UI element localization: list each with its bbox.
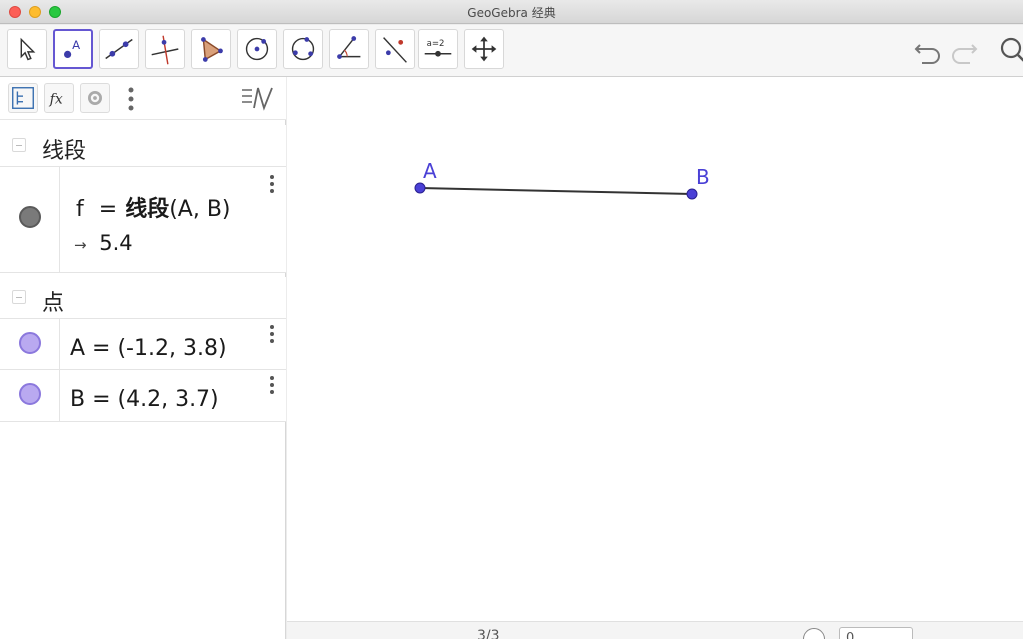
search-button[interactable] <box>996 33 1023 69</box>
algebra-view: fx 线段 f = 线段(A, B) → 5.4 点 A = (-1.2, 3.… <box>0 77 286 639</box>
polygon-tool[interactable] <box>191 29 231 69</box>
segment-expression[interactable]: f = 线段(A, B) <box>76 191 231 223</box>
algebra-sort-button[interactable] <box>8 83 38 113</box>
style-bar-toggle-icon <box>242 87 273 111</box>
segment-f[interactable] <box>419 187 693 195</box>
slider-tool[interactable]: a=2 <box>418 29 458 69</box>
line-tool[interactable] <box>99 29 139 69</box>
collapse-group-icon[interactable] <box>12 138 26 152</box>
move-graphics-view-tool[interactable] <box>464 29 504 69</box>
point-tool[interactable]: A <box>53 29 93 69</box>
angle-icon <box>337 36 361 59</box>
point-A-icon: A <box>64 38 80 58</box>
search-icon <box>1000 37 1023 62</box>
group-header-segments[interactable]: 线段 <box>0 125 286 167</box>
point-B-expression[interactable]: B = (4.2, 3.7) <box>70 387 219 412</box>
point-A-label: A <box>423 159 437 183</box>
row-menu-icon[interactable] <box>270 376 274 394</box>
svg-text:A: A <box>72 38 80 52</box>
algebra-description-button[interactable]: fx <box>44 83 74 113</box>
perpendicular-line-icon <box>151 35 179 65</box>
algebra-view-toolbar: fx <box>0 77 286 120</box>
row-menu-icon[interactable] <box>270 175 274 193</box>
window-title: GeoGebra 经典 <box>467 6 556 20</box>
point-B-label: B <box>696 165 710 189</box>
toolbar: A a=2 <box>0 25 1023 77</box>
toggle-style-bar-button[interactable] <box>240 84 276 112</box>
line-through-points-icon <box>105 38 133 60</box>
step-input[interactable]: 0 <box>839 627 913 639</box>
redo-button[interactable] <box>946 33 982 69</box>
graphics-canvas[interactable] <box>287 77 1023 639</box>
move-tool[interactable] <box>7 29 47 69</box>
slider-icon: a=2 <box>424 39 452 57</box>
undo-button[interactable] <box>910 33 946 69</box>
title-bar: GeoGebra 经典 <box>0 0 1023 24</box>
segment-length-result: → 5.4 <box>74 231 133 255</box>
redo-icon <box>952 44 978 64</box>
step-counter: 3/3 <box>477 628 500 639</box>
reflect-about-line-icon <box>383 37 407 63</box>
playback-bar: 3/3 0 <box>287 621 1023 639</box>
visibility-toggle-f[interactable] <box>19 206 41 228</box>
circle-center-point-tool[interactable] <box>237 29 277 69</box>
algebra-row-A[interactable]: A = (-1.2, 3.8) <box>0 318 286 370</box>
svg-text:fx: fx <box>49 92 63 108</box>
perpendicular-line-tool[interactable] <box>145 29 185 69</box>
point-A-expression[interactable]: A = (-1.2, 3.8) <box>70 336 227 361</box>
angle-tool[interactable] <box>329 29 369 69</box>
algebra-row-B[interactable]: B = (4.2, 3.7) <box>0 369 286 422</box>
algebra-row-f[interactable]: f = 线段(A, B) → 5.4 <box>0 166 286 273</box>
fx-icon: fx <box>49 92 63 108</box>
gear-icon <box>88 91 102 105</box>
collapse-group-icon[interactable] <box>12 290 26 304</box>
row-menu-icon[interactable] <box>270 325 274 343</box>
circle-center-icon <box>245 37 269 61</box>
tree-sort-icon <box>12 87 34 109</box>
circle-three-points-tool[interactable] <box>283 29 323 69</box>
algebra-menu-icon[interactable] <box>128 86 134 112</box>
visibility-toggle-B[interactable] <box>19 383 41 405</box>
reflect-tool[interactable] <box>375 29 415 69</box>
visibility-toggle-A[interactable] <box>19 332 41 354</box>
undo-icon <box>914 44 940 64</box>
algebra-settings-button[interactable] <box>80 83 110 113</box>
play-button[interactable] <box>803 628 825 639</box>
move-cross-icon <box>471 36 497 62</box>
group-header-points[interactable]: 点 <box>0 277 286 319</box>
polygon-icon <box>201 37 223 62</box>
circle-three-points-icon <box>291 37 315 61</box>
point-A[interactable] <box>414 182 426 194</box>
point-B[interactable] <box>686 188 698 200</box>
graphics-view[interactable]: A B 3/3 0 <box>287 77 1023 639</box>
arrow-pointer-icon <box>20 37 36 61</box>
svg-text:a=2: a=2 <box>427 39 445 49</box>
